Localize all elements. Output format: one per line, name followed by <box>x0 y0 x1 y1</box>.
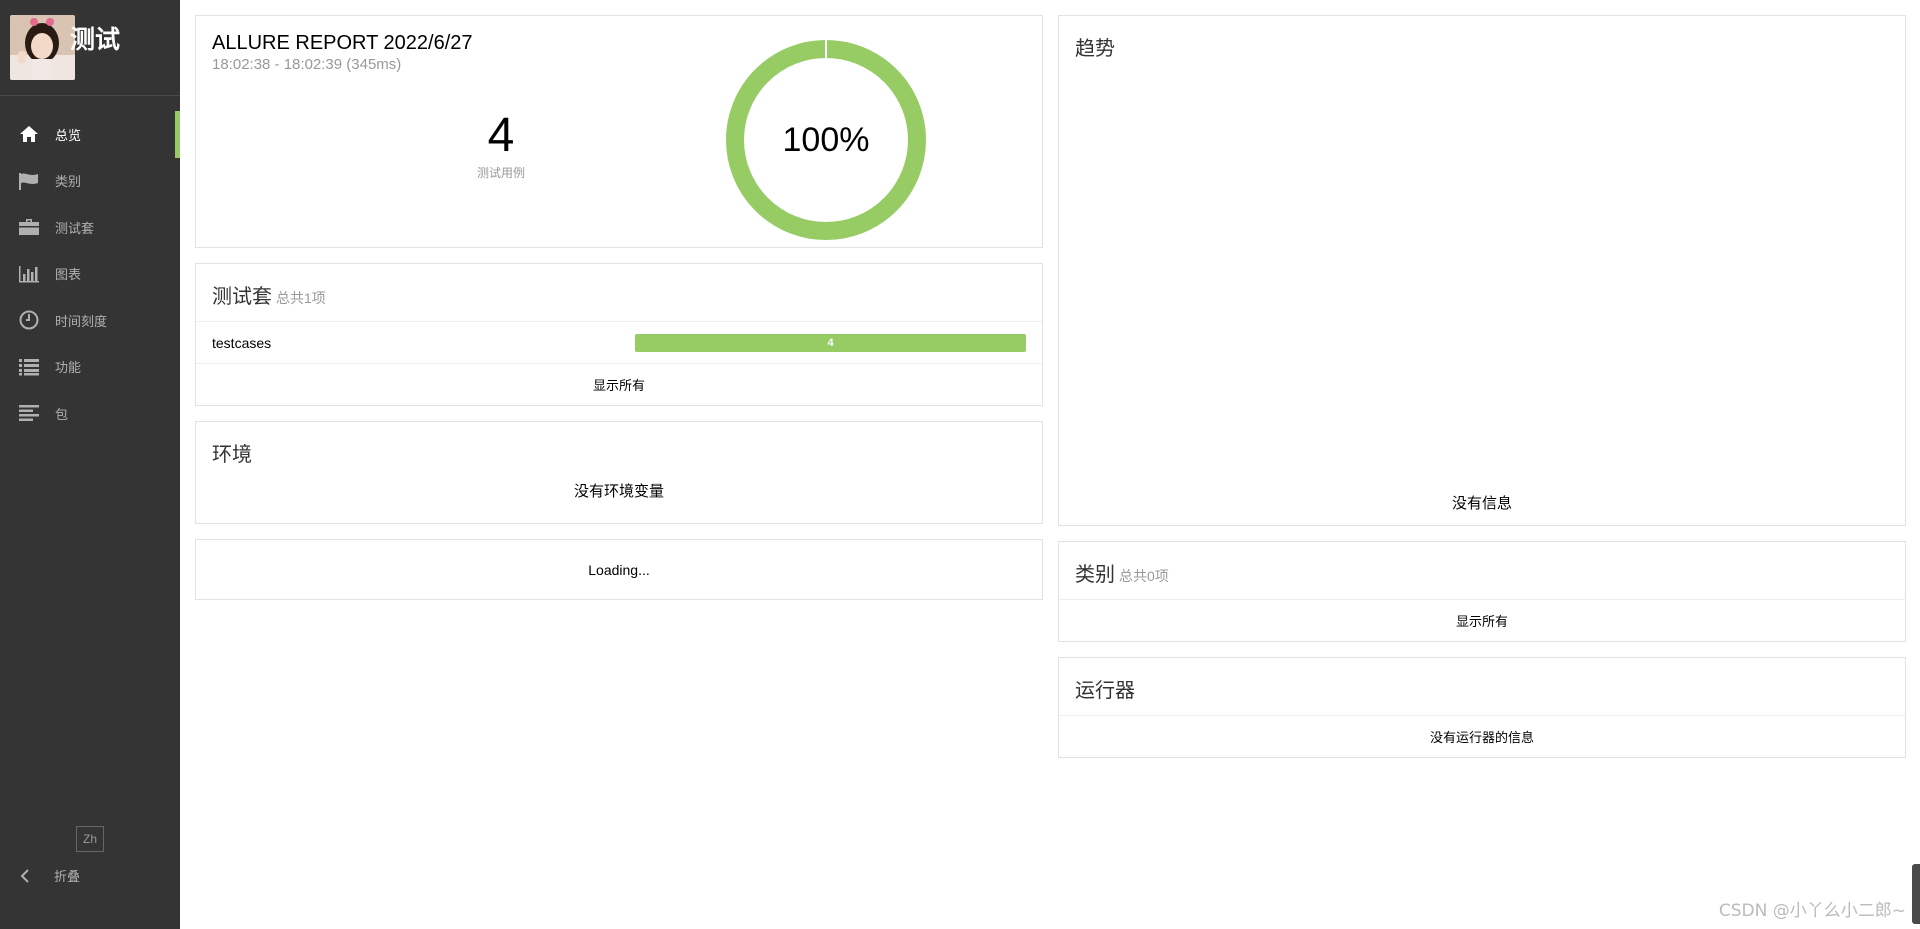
sidebar-item-packages[interactable]: 包 <box>0 390 180 437</box>
executors-title: 运行器 <box>1075 678 1135 702</box>
sidebar-item-categories[interactable]: 类别 <box>0 158 180 205</box>
flag-icon <box>17 170 41 192</box>
summary-widget: ALLURE REPORT 2022/6/27 18:02:38 - 18:02… <box>195 15 1043 248</box>
categories-show-all-link[interactable]: 显示所有 <box>1059 600 1905 641</box>
environment-header: 环境 <box>196 422 1042 480</box>
sidebar-item-label: 测试套 <box>55 221 95 237</box>
trend-widget: 趋势 没有信息 <box>1058 15 1906 526</box>
sidebar-item-label: 时间刻度 <box>55 314 108 330</box>
environment-title: 环境 <box>212 442 252 466</box>
suites-count: 总共1项 <box>276 290 326 306</box>
bar-chart-icon <box>17 263 41 285</box>
home-icon <box>17 123 41 145</box>
executors-header: 运行器 <box>1059 658 1905 716</box>
suite-progress-fill: 4 <box>635 333 1026 352</box>
sidebar-item-label: 类别 <box>55 175 82 191</box>
sidebar-item-label: 总览 <box>55 128 82 144</box>
sidebar-item-suites[interactable]: 测试套 <box>0 204 180 251</box>
report-title: ALLURE REPORT 2022/6/27 <box>212 32 473 54</box>
testcase-count-value: 4 <box>487 109 515 162</box>
sidebar-item-label: 包 <box>55 407 69 423</box>
report-time: 18:02:38 - 18:02:39 (345ms) <box>212 56 402 73</box>
environment-empty-message: 没有环境变量 <box>573 482 664 500</box>
environment-widget: 环境 没有环境变量 <box>195 421 1043 524</box>
align-left-icon <box>17 402 41 424</box>
watermark: CSDN @小丫么小二郎~ <box>1718 901 1906 921</box>
language-switch[interactable]: Zh <box>76 826 104 852</box>
collapse-label: 折叠 <box>54 870 81 885</box>
sidebar-item-graphs[interactable]: 图表 <box>0 251 180 298</box>
sidebar-item-label: 功能 <box>55 361 82 377</box>
sidebar-item-behaviors[interactable]: 功能 <box>0 344 180 391</box>
sidebar-item-overview[interactable]: 总览 <box>0 111 180 158</box>
sidebar-item-label: 图表 <box>55 268 82 284</box>
categories-widget: 类别 总共0项 显示所有 <box>1058 541 1906 642</box>
trend-header: 趋势 <box>1059 16 1905 74</box>
nav-menu: 总览 类别 测试套 图表 时间刻度 功能 包 <box>0 111 180 437</box>
suites-show-all-link[interactable]: 显示所有 <box>196 364 1042 405</box>
suites-header: 测试套 总共1项 <box>196 264 1042 322</box>
suite-progress-bar: 4 <box>635 333 1026 352</box>
sidebar: 测试 总览 类别 测试套 图表 时间刻度 功能 包 Zh 折叠 <box>0 0 180 929</box>
brand-title: 测试 <box>70 25 121 54</box>
sidebar-item-timeline[interactable]: 时间刻度 <box>0 297 180 344</box>
testcase-count: 4 测试用例 <box>391 112 611 181</box>
list-icon <box>17 356 41 378</box>
executors-widget: 运行器 没有运行器的信息 <box>1058 657 1906 758</box>
collapse-button[interactable]: 折叠 <box>20 866 80 885</box>
categories-header: 类别 总共0项 <box>1059 542 1905 600</box>
categories-title: 类别 <box>1075 562 1115 586</box>
brand: 测试 <box>0 0 180 96</box>
suite-row[interactable]: testcases 4 <box>196 322 1042 364</box>
loading-widget: Loading... <box>195 539 1043 600</box>
loading-text: Loading... <box>588 561 650 578</box>
executors-empty-message: 没有运行器的信息 <box>1429 731 1534 746</box>
testcase-count-label: 测试用例 <box>476 166 525 180</box>
avatar[interactable] <box>10 15 75 80</box>
categories-count: 总共0项 <box>1119 568 1169 584</box>
chevron-left-icon <box>20 868 34 883</box>
suites-title: 测试套 <box>212 284 272 308</box>
briefcase-icon <box>17 216 41 238</box>
trend-empty-message: 没有信息 <box>1451 494 1512 512</box>
suites-widget: 测试套 总共1项 testcases 4 显示所有 <box>195 263 1043 406</box>
scroll-handle[interactable] <box>1912 864 1920 924</box>
pass-rate-label: 100% <box>782 120 870 159</box>
trend-title: 趋势 <box>1075 36 1115 60</box>
suite-name: testcases <box>212 334 272 351</box>
clock-icon <box>17 309 41 331</box>
